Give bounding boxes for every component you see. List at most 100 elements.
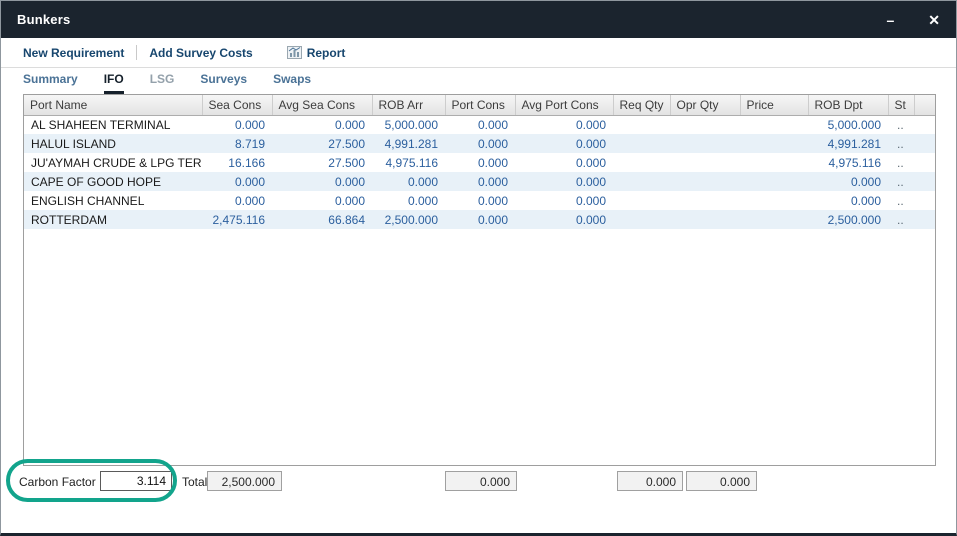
column-header-sea-cons[interactable]: Sea Cons [202, 95, 272, 115]
column-header-avg-port-cons[interactable]: Avg Port Cons [515, 95, 613, 115]
cell-port: HALUL ISLAND [24, 134, 202, 153]
column-header-opr-qty[interactable]: Opr Qty [670, 95, 740, 115]
tab-ifo[interactable]: IFO [104, 72, 124, 94]
tab-lsg[interactable]: LSG [150, 72, 175, 94]
cell-filler [914, 191, 936, 210]
cell-sea-cons: 0.000 [202, 115, 272, 134]
cell-opr-qty [670, 172, 740, 191]
cell-opr-qty [670, 191, 740, 210]
cell-filler [914, 134, 936, 153]
cell-avg-port-cons: 0.000 [515, 172, 613, 191]
cell-filler [914, 172, 936, 191]
cell-filler [914, 210, 936, 229]
tab-swaps[interactable]: Swaps [273, 72, 311, 94]
cell-avg-sea-cons: 0.000 [272, 115, 372, 134]
cell-avg-sea-cons: 27.500 [272, 153, 372, 172]
table-row[interactable]: ENGLISH CHANNEL0.0000.0000.0000.0000.000… [24, 191, 936, 210]
cell-sea-cons: 0.000 [202, 172, 272, 191]
table-row[interactable]: AL SHAHEEN TERMINAL0.0000.0005,000.0000.… [24, 115, 936, 134]
cell-avg-port-cons: 0.000 [515, 134, 613, 153]
bunkers-window: Bunkers – ✕ New Requirement Add Survey C… [0, 0, 957, 536]
cell-avg-sea-cons: 0.000 [272, 191, 372, 210]
cell-filler [914, 153, 936, 172]
title-bar: Bunkers – ✕ [1, 1, 956, 38]
cell-opr-qty [670, 210, 740, 229]
tab-summary[interactable]: Summary [23, 72, 78, 94]
cell-rob-arr: 2,500.000 [372, 210, 445, 229]
column-header-port-name[interactable]: Port Name [24, 95, 202, 115]
cell-price [740, 115, 808, 134]
cell-rob-arr: 5,000.000 [372, 115, 445, 134]
window-controls: – ✕ [886, 13, 940, 27]
cell-req-qty [613, 191, 670, 210]
cell-price [740, 153, 808, 172]
total-opr-qty: 0.000 [686, 471, 757, 491]
column-header-rob-arr[interactable]: ROB Arr [372, 95, 445, 115]
cell-opr-qty [670, 134, 740, 153]
bunkers-table-container: Port NameSea ConsAvg Sea ConsROB ArrPort… [23, 94, 936, 466]
cell-req-qty [613, 153, 670, 172]
cell-rob-arr: 0.000 [372, 191, 445, 210]
cell-port-cons: 0.000 [445, 153, 515, 172]
report-button[interactable]: Report [287, 46, 346, 60]
cell-avg-port-cons: 0.000 [515, 153, 613, 172]
cell-rob-arr: 4,975.116 [372, 153, 445, 172]
cell-avg-sea-cons: 27.500 [272, 134, 372, 153]
column-header-filler [914, 95, 936, 115]
cell-st: .. [888, 134, 914, 153]
cell-sea-cons: 2,475.116 [202, 210, 272, 229]
cell-rob-dpt: 4,975.116 [808, 153, 888, 172]
bunkers-table: Port NameSea ConsAvg Sea ConsROB ArrPort… [24, 95, 936, 229]
cell-filler [914, 115, 936, 134]
cell-port: ENGLISH CHANNEL [24, 191, 202, 210]
column-header-avg-sea-cons[interactable]: Avg Sea Cons [272, 95, 372, 115]
carbon-factor-input[interactable] [100, 471, 172, 491]
report-button-label: Report [307, 46, 346, 60]
cell-port: AL SHAHEEN TERMINAL [24, 115, 202, 134]
cell-port: CAPE OF GOOD HOPE [24, 172, 202, 191]
cell-rob-dpt: 0.000 [808, 172, 888, 191]
table-row[interactable]: JU'AYMAH CRUDE & LPG TERMIN16.16627.5004… [24, 153, 936, 172]
toolbar: New Requirement Add Survey Costs Report [1, 38, 956, 68]
minimize-icon[interactable]: – [886, 13, 894, 27]
cell-port: ROTTERDAM [24, 210, 202, 229]
cell-req-qty [613, 115, 670, 134]
add-survey-costs-button[interactable]: Add Survey Costs [149, 46, 252, 60]
cell-price [740, 210, 808, 229]
column-header-rob-dpt[interactable]: ROB Dpt [808, 95, 888, 115]
cell-st: .. [888, 153, 914, 172]
table-row[interactable]: ROTTERDAM2,475.11666.8642,500.0000.0000.… [24, 210, 936, 229]
cell-rob-dpt: 2,500.000 [808, 210, 888, 229]
table-row[interactable]: HALUL ISLAND8.71927.5004,991.2810.0000.0… [24, 134, 936, 153]
toolbar-divider [136, 45, 137, 60]
tab-surveys[interactable]: Surveys [200, 72, 247, 94]
column-header-port-cons[interactable]: Port Cons [445, 95, 515, 115]
total-port-cons: 0.000 [445, 471, 517, 491]
cell-rob-arr: 4,991.281 [372, 134, 445, 153]
cell-port-cons: 0.000 [445, 172, 515, 191]
cell-req-qty [613, 172, 670, 191]
new-requirement-button[interactable]: New Requirement [23, 46, 124, 60]
cell-req-qty [613, 210, 670, 229]
cell-rob-dpt: 4,991.281 [808, 134, 888, 153]
bar-chart-report-icon [287, 46, 302, 59]
table-body: AL SHAHEEN TERMINAL0.0000.0005,000.0000.… [24, 115, 936, 229]
cell-sea-cons: 8.719 [202, 134, 272, 153]
cell-avg-sea-cons: 66.864 [272, 210, 372, 229]
cell-opr-qty [670, 115, 740, 134]
carbon-factor-label: Carbon Factor [19, 475, 96, 489]
cell-port-cons: 0.000 [445, 134, 515, 153]
cell-port: JU'AYMAH CRUDE & LPG TERMIN [24, 153, 202, 172]
cell-st: .. [888, 115, 914, 134]
cell-port-cons: 0.000 [445, 191, 515, 210]
cell-opr-qty [670, 153, 740, 172]
close-icon[interactable]: ✕ [928, 13, 940, 27]
column-header-req-qty[interactable]: Req Qty [613, 95, 670, 115]
column-header-price[interactable]: Price [740, 95, 808, 115]
cell-rob-arr: 0.000 [372, 172, 445, 191]
cell-st: .. [888, 210, 914, 229]
column-header-st[interactable]: St [888, 95, 914, 115]
table-header-row: Port NameSea ConsAvg Sea ConsROB ArrPort… [24, 95, 936, 115]
table-row[interactable]: CAPE OF GOOD HOPE0.0000.0000.0000.0000.0… [24, 172, 936, 191]
cell-sea-cons: 16.166 [202, 153, 272, 172]
